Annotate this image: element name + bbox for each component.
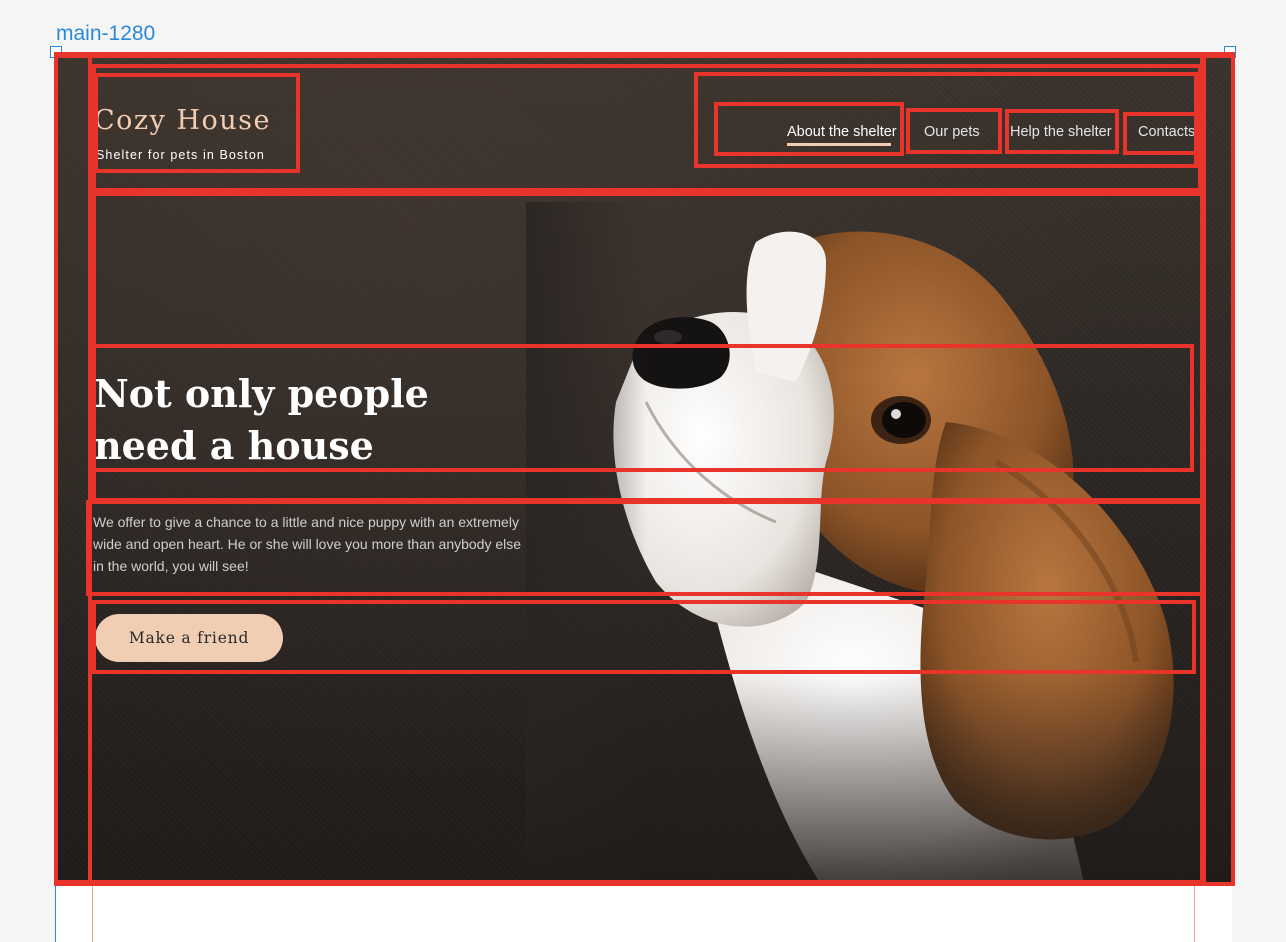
hero-dog-image xyxy=(526,202,1232,884)
nav-item-about-shelter[interactable]: About the shelter xyxy=(787,124,897,140)
make-a-friend-button[interactable]: Make a friend xyxy=(95,614,283,662)
nav-item-contacts[interactable]: Contacts xyxy=(1138,124,1195,140)
hero-title: Not only people need a house xyxy=(94,368,614,472)
frame-label[interactable]: main-1280 xyxy=(56,22,155,46)
hero-title-line-2: need a house xyxy=(94,423,374,468)
logo-title[interactable]: Cozy House xyxy=(94,105,271,136)
hero-description: We offer to give a chance to a little an… xyxy=(93,514,522,574)
nav-item-help-shelter[interactable]: Help the shelter xyxy=(1010,124,1112,140)
logo-subtitle: Shelter for pets in Boston xyxy=(96,148,265,162)
page-lower-section xyxy=(56,884,1232,942)
hero-title-line-1: Not only people xyxy=(94,371,429,416)
main-artboard: Cozy House Shelter for pets in Boston Ab… xyxy=(56,52,1232,884)
nav-active-underline xyxy=(787,143,891,146)
layout-guide-left xyxy=(92,884,93,942)
layout-guide-right xyxy=(1194,884,1195,942)
nav-item-our-pets[interactable]: Our pets xyxy=(924,124,980,140)
